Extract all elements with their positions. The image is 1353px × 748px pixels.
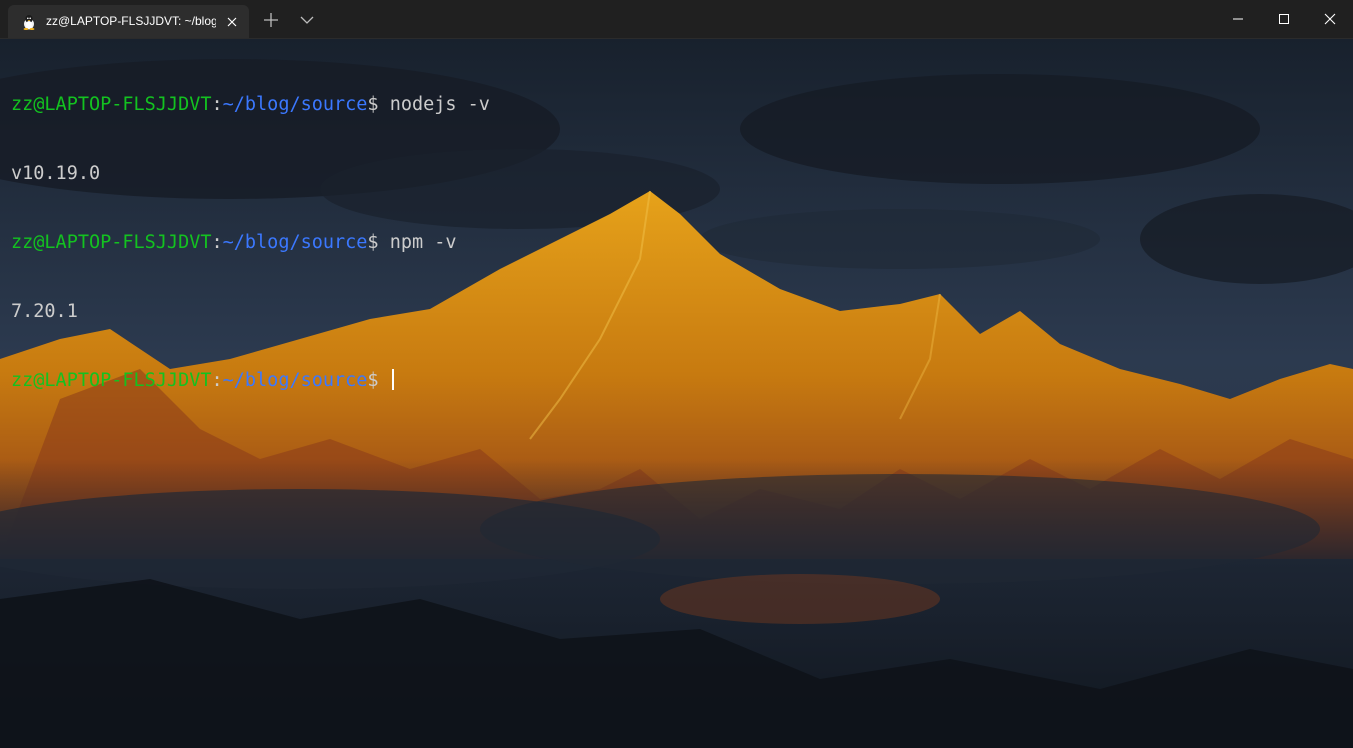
prompt-colon: : <box>211 232 223 253</box>
prompt-path: ~/blog/source <box>222 94 368 115</box>
tab-dropdown-button[interactable] <box>299 12 315 28</box>
output-line: v10.19.0 <box>11 163 101 184</box>
prompt-user-host: zz@LAPTOP-FLSJJDVT <box>11 232 212 253</box>
minimize-button[interactable] <box>1215 0 1261 38</box>
prompt-path: ~/blog/source <box>222 232 368 253</box>
plus-icon <box>264 13 278 27</box>
prompt-line: zz@LAPTOP-FLSJJDVT:~/blog/source$ nodejs… <box>11 93 490 116</box>
tab-close-icon[interactable] <box>225 14 239 28</box>
terminal-window: zz@LAPTOP-FLSJJDVT: ~/blog/s zz@LAPTOP-F… <box>0 0 1353 748</box>
prompt-colon: : <box>211 94 223 115</box>
maximize-button[interactable] <box>1261 0 1307 38</box>
prompt-dollar: $ <box>367 370 379 391</box>
tab-terminal[interactable]: zz@LAPTOP-FLSJJDVT: ~/blog/s <box>8 5 249 38</box>
new-tab-button[interactable] <box>262 11 280 29</box>
prompt-dollar: $ <box>367 232 379 253</box>
close-button[interactable] <box>1307 0 1353 38</box>
title-bar[interactable]: zz@LAPTOP-FLSJJDVT: ~/blog/s <box>0 0 1353 39</box>
text-cursor <box>391 369 394 390</box>
prompt-user-host: zz@LAPTOP-FLSJJDVT <box>11 94 212 115</box>
command-input[interactable] <box>379 370 390 391</box>
terminal-pane[interactable]: zz@LAPTOP-FLSJJDVT:~/blog/source$ nodejs… <box>0 39 1353 748</box>
prompt-line-active[interactable]: zz@LAPTOP-FLSJJDVT:~/blog/source$ <box>11 369 490 392</box>
maximize-icon <box>1279 14 1289 24</box>
tab-title: zz@LAPTOP-FLSJJDVT: ~/blog/s <box>46 14 216 28</box>
prompt-path: ~/blog/source <box>222 370 368 391</box>
minimize-icon <box>1233 18 1243 20</box>
prompt-user-host: zz@LAPTOP-FLSJJDVT <box>11 370 212 391</box>
terminal-output: zz@LAPTOP-FLSJJDVT:~/blog/source$ nodejs… <box>11 47 490 438</box>
command-text: npm -v <box>378 232 457 253</box>
linux-tux-icon <box>22 14 36 30</box>
prompt-line: zz@LAPTOP-FLSJJDVT:~/blog/source$ npm -v <box>11 231 490 254</box>
prompt-dollar: $ <box>367 94 379 115</box>
chevron-down-icon <box>300 16 314 24</box>
command-text: nodejs -v <box>378 94 490 115</box>
output-line: 7.20.1 <box>11 301 78 322</box>
prompt-colon: : <box>211 370 223 391</box>
close-icon <box>1324 13 1336 25</box>
